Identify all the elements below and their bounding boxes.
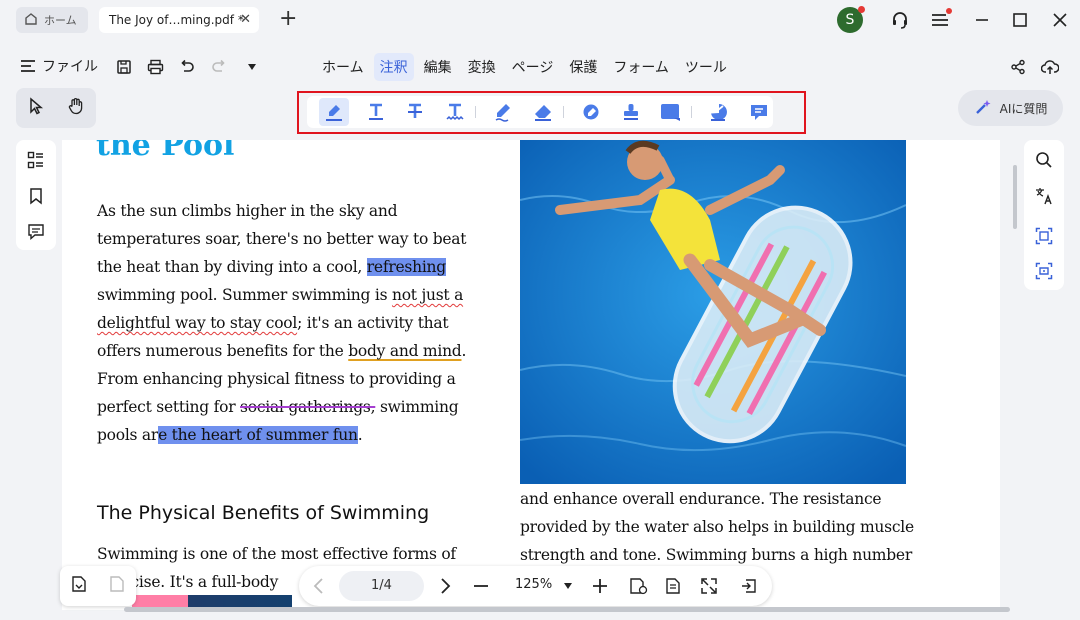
- paragraph-text: .: [357, 426, 363, 444]
- tab-edit[interactable]: 編集: [418, 53, 458, 81]
- highlight-annotation[interactable]: refreshing: [366, 258, 446, 276]
- home-tab-label: ホーム: [44, 14, 77, 27]
- comments-panel-icon[interactable]: [26, 222, 46, 242]
- menu-notification-dot: [946, 8, 952, 14]
- zoom-out-icon[interactable]: [471, 576, 491, 596]
- horizontal-scrollbar[interactable]: [124, 607, 1010, 612]
- hamburger-menu-icon[interactable]: [928, 8, 952, 32]
- eraser-tool-icon[interactable]: [531, 100, 555, 124]
- close-window-icon[interactable]: [1048, 8, 1072, 32]
- tab-protect[interactable]: 保護: [563, 53, 603, 81]
- body-paragraph: As the sun climbs higher in the sky and …: [97, 197, 492, 449]
- translate-icon[interactable]: [1034, 186, 1054, 206]
- tab-form[interactable]: フォーム: [607, 53, 675, 81]
- ribbon-tabs: ホーム 注釈 編集 変換 ページ 保護 フォーム ツール: [316, 53, 733, 81]
- cloud-upload-icon[interactable]: [1040, 57, 1060, 77]
- pool-photo: [520, 140, 906, 484]
- document-page: the Pool As the sun climbs higher in the…: [62, 140, 1000, 610]
- avatar[interactable]: S: [837, 6, 865, 33]
- share-icon[interactable]: [1008, 57, 1028, 77]
- right-sidebar: [1024, 140, 1064, 290]
- zoom-dropdown-icon[interactable]: [558, 576, 578, 596]
- image-area-tool-icon[interactable]: [659, 100, 683, 124]
- ocr-scan-icon[interactable]: [1034, 226, 1054, 246]
- quick-access-dropdown-icon[interactable]: [242, 57, 262, 77]
- strikethrough-text-icon[interactable]: [403, 100, 427, 124]
- read-mode-icon[interactable]: [629, 576, 649, 596]
- shape-tool-icon[interactable]: [579, 100, 603, 124]
- home-tab[interactable]: ホーム: [16, 7, 88, 33]
- search-icon[interactable]: [1034, 150, 1054, 170]
- new-tab-button[interactable]: +: [279, 6, 297, 32]
- tab-tools[interactable]: ツール: [679, 53, 733, 81]
- title-bar: ホーム The Joy of…ming.pdf * ✕ + S: [0, 0, 1080, 40]
- page-number-input[interactable]: 1/4: [339, 571, 424, 601]
- page-insert-icon[interactable]: [70, 575, 88, 597]
- underline-text-icon[interactable]: [364, 100, 388, 124]
- hand-pan-icon[interactable]: [67, 97, 85, 119]
- zoom-in-icon[interactable]: [590, 576, 610, 596]
- ask-ai-label: AIに質問: [999, 101, 1048, 116]
- next-page-icon[interactable]: [435, 576, 455, 596]
- vertical-scrollbar[interactable]: [1013, 165, 1017, 229]
- annotation-tools: [307, 96, 773, 128]
- print-icon[interactable]: [145, 57, 165, 77]
- page-heading: the Pool: [96, 140, 235, 163]
- select-arrow-icon[interactable]: [28, 97, 44, 119]
- stamp-tool-icon[interactable]: [619, 100, 643, 124]
- squiggly-text-icon[interactable]: [443, 100, 467, 124]
- tab-annotate[interactable]: 注釈: [373, 53, 414, 81]
- comment-tool-icon[interactable]: [747, 100, 771, 124]
- previous-page-icon[interactable]: [309, 576, 329, 596]
- maximize-icon[interactable]: [1008, 8, 1032, 32]
- file-menu-label: ファイル: [42, 59, 98, 75]
- paragraph-text: swimming pool. Summer swimming is: [97, 286, 392, 304]
- toolbar-divider: [475, 106, 476, 118]
- pencil-tool-icon[interactable]: [491, 100, 515, 124]
- menu-row: ファイル ホーム 注釈 編集 変換 ページ 保護 フォーム ツール: [0, 44, 1080, 88]
- highlight-annotation[interactable]: e the heart of summer fun: [158, 426, 358, 444]
- toolbar-divider: [691, 106, 692, 118]
- save-icon[interactable]: [114, 57, 134, 77]
- file-menu[interactable]: ファイル: [20, 56, 98, 76]
- redo-icon[interactable]: [209, 57, 229, 77]
- selection-tools: [16, 88, 96, 128]
- bookmark-icon[interactable]: [26, 186, 46, 206]
- minimize-icon[interactable]: [970, 8, 994, 32]
- page-layout-icon[interactable]: [663, 576, 683, 596]
- screen-capture-icon[interactable]: [1034, 261, 1054, 281]
- ai-sparkle-icon: [974, 98, 992, 119]
- menu-lines-icon: [21, 60, 35, 72]
- document-tab[interactable]: The Joy of…ming.pdf * ✕: [99, 7, 259, 33]
- avatar-initial: S: [845, 12, 855, 28]
- undo-icon[interactable]: [177, 57, 197, 77]
- home-icon: [24, 12, 38, 29]
- section-heading: The Physical Benefits of Swimming: [97, 502, 430, 524]
- document-tab-label: The Joy of…ming.pdf *: [109, 13, 244, 27]
- ask-ai-button[interactable]: AIに質問: [958, 90, 1063, 126]
- headset-icon[interactable]: [888, 8, 912, 32]
- thumbnails-icon[interactable]: [26, 150, 46, 170]
- notification-dot: [858, 6, 865, 13]
- page-extract-icon[interactable]: [108, 575, 126, 597]
- page-rotate-tools: [60, 566, 136, 606]
- tab-home[interactable]: ホーム: [316, 53, 370, 81]
- tab-page[interactable]: ページ: [506, 53, 560, 81]
- signature-tool-icon[interactable]: [707, 100, 731, 124]
- close-tab-icon[interactable]: ✕: [240, 12, 251, 27]
- fit-screen-icon[interactable]: [699, 576, 719, 596]
- strikethrough-annotation[interactable]: social gatherings,: [240, 398, 376, 416]
- tab-convert[interactable]: 変換: [462, 53, 502, 81]
- page-navigation-bar: 1/4 125%: [299, 566, 772, 606]
- underline-annotation[interactable]: body and mind: [348, 342, 462, 360]
- highlight-tool-icon[interactable]: [319, 98, 349, 126]
- zoom-level[interactable]: 125%: [515, 577, 552, 592]
- left-sidebar: [16, 140, 56, 250]
- exit-fullscreen-icon[interactable]: [739, 576, 759, 596]
- right-column-text: and enhance overall endurance. The resis…: [520, 490, 914, 564]
- toolbar-divider: [563, 106, 564, 118]
- annotation-toolbar: [297, 91, 806, 134]
